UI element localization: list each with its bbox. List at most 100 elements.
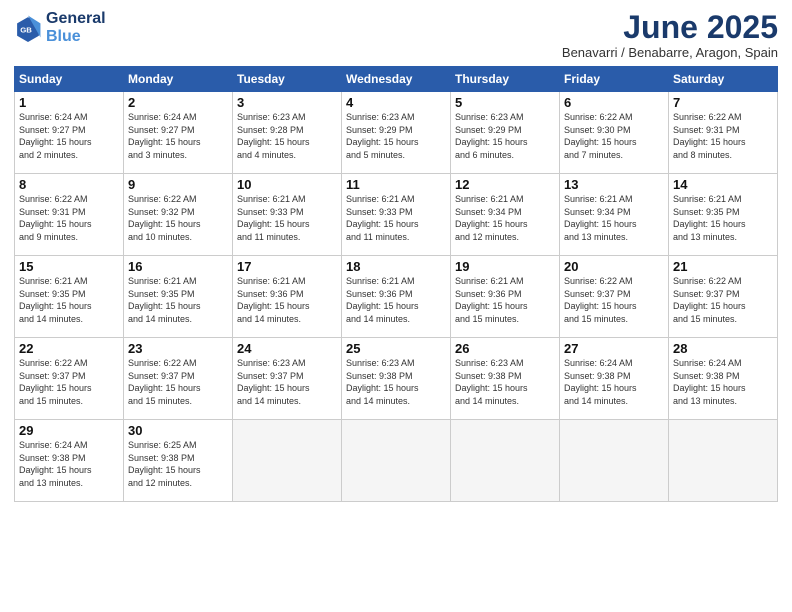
- calendar-cell: 18Sunrise: 6:21 AM Sunset: 9:36 PM Dayli…: [342, 256, 451, 338]
- day-info: Sunrise: 6:23 AM Sunset: 9:38 PM Dayligh…: [346, 357, 446, 407]
- day-number: 11: [346, 177, 446, 192]
- day-info: Sunrise: 6:23 AM Sunset: 9:37 PM Dayligh…: [237, 357, 337, 407]
- day-number: 13: [564, 177, 664, 192]
- day-info: Sunrise: 6:24 AM Sunset: 9:27 PM Dayligh…: [19, 111, 119, 161]
- logo-text: General Blue: [46, 10, 106, 45]
- day-info: Sunrise: 6:21 AM Sunset: 9:36 PM Dayligh…: [237, 275, 337, 325]
- calendar-cell: 15Sunrise: 6:21 AM Sunset: 9:35 PM Dayli…: [15, 256, 124, 338]
- col-friday: Friday: [560, 67, 669, 92]
- week-row-2: 8Sunrise: 6:22 AM Sunset: 9:31 PM Daylig…: [15, 174, 778, 256]
- day-info: Sunrise: 6:23 AM Sunset: 9:38 PM Dayligh…: [455, 357, 555, 407]
- day-info: Sunrise: 6:21 AM Sunset: 9:35 PM Dayligh…: [128, 275, 228, 325]
- day-number: 23: [128, 341, 228, 356]
- day-info: Sunrise: 6:21 AM Sunset: 9:34 PM Dayligh…: [564, 193, 664, 243]
- day-number: 9: [128, 177, 228, 192]
- calendar-cell: 29Sunrise: 6:24 AM Sunset: 9:38 PM Dayli…: [15, 420, 124, 502]
- calendar-cell: 4Sunrise: 6:23 AM Sunset: 9:29 PM Daylig…: [342, 92, 451, 174]
- day-number: 3: [237, 95, 337, 110]
- col-thursday: Thursday: [451, 67, 560, 92]
- logo-icon: GB: [14, 14, 42, 42]
- calendar-cell: 16Sunrise: 6:21 AM Sunset: 9:35 PM Dayli…: [124, 256, 233, 338]
- day-number: 21: [673, 259, 773, 274]
- day-info: Sunrise: 6:22 AM Sunset: 9:37 PM Dayligh…: [673, 275, 773, 325]
- svg-text:GB: GB: [20, 25, 32, 34]
- calendar-cell: 17Sunrise: 6:21 AM Sunset: 9:36 PM Dayli…: [233, 256, 342, 338]
- day-info: Sunrise: 6:21 AM Sunset: 9:35 PM Dayligh…: [673, 193, 773, 243]
- calendar-cell: 28Sunrise: 6:24 AM Sunset: 9:38 PM Dayli…: [669, 338, 778, 420]
- day-info: Sunrise: 6:24 AM Sunset: 9:38 PM Dayligh…: [19, 439, 119, 489]
- calendar-body: 1Sunrise: 6:24 AM Sunset: 9:27 PM Daylig…: [15, 92, 778, 502]
- calendar-cell: [233, 420, 342, 502]
- day-info: Sunrise: 6:23 AM Sunset: 9:28 PM Dayligh…: [237, 111, 337, 161]
- month-title: June 2025: [562, 10, 778, 45]
- calendar-cell: 21Sunrise: 6:22 AM Sunset: 9:37 PM Dayli…: [669, 256, 778, 338]
- calendar-cell: 10Sunrise: 6:21 AM Sunset: 9:33 PM Dayli…: [233, 174, 342, 256]
- day-number: 26: [455, 341, 555, 356]
- calendar-cell: [560, 420, 669, 502]
- week-row-3: 15Sunrise: 6:21 AM Sunset: 9:35 PM Dayli…: [15, 256, 778, 338]
- calendar-table: Sunday Monday Tuesday Wednesday Thursday…: [14, 66, 778, 502]
- calendar-cell: 22Sunrise: 6:22 AM Sunset: 9:37 PM Dayli…: [15, 338, 124, 420]
- calendar-cell: 27Sunrise: 6:24 AM Sunset: 9:38 PM Dayli…: [560, 338, 669, 420]
- day-number: 6: [564, 95, 664, 110]
- calendar-cell: 25Sunrise: 6:23 AM Sunset: 9:38 PM Dayli…: [342, 338, 451, 420]
- calendar-cell: 30Sunrise: 6:25 AM Sunset: 9:38 PM Dayli…: [124, 420, 233, 502]
- calendar-cell: 6Sunrise: 6:22 AM Sunset: 9:30 PM Daylig…: [560, 92, 669, 174]
- calendar-cell: 23Sunrise: 6:22 AM Sunset: 9:37 PM Dayli…: [124, 338, 233, 420]
- week-row-4: 22Sunrise: 6:22 AM Sunset: 9:37 PM Dayli…: [15, 338, 778, 420]
- title-block: June 2025 Benavarri / Benabarre, Aragon,…: [562, 10, 778, 60]
- calendar-cell: 11Sunrise: 6:21 AM Sunset: 9:33 PM Dayli…: [342, 174, 451, 256]
- week-row-1: 1Sunrise: 6:24 AM Sunset: 9:27 PM Daylig…: [15, 92, 778, 174]
- calendar-cell: 5Sunrise: 6:23 AM Sunset: 9:29 PM Daylig…: [451, 92, 560, 174]
- day-info: Sunrise: 6:22 AM Sunset: 9:37 PM Dayligh…: [564, 275, 664, 325]
- day-info: Sunrise: 6:22 AM Sunset: 9:37 PM Dayligh…: [128, 357, 228, 407]
- day-info: Sunrise: 6:24 AM Sunset: 9:27 PM Dayligh…: [128, 111, 228, 161]
- calendar-cell: 20Sunrise: 6:22 AM Sunset: 9:37 PM Dayli…: [560, 256, 669, 338]
- day-number: 2: [128, 95, 228, 110]
- col-monday: Monday: [124, 67, 233, 92]
- day-info: Sunrise: 6:23 AM Sunset: 9:29 PM Dayligh…: [346, 111, 446, 161]
- day-number: 24: [237, 341, 337, 356]
- day-info: Sunrise: 6:22 AM Sunset: 9:37 PM Dayligh…: [19, 357, 119, 407]
- day-number: 29: [19, 423, 119, 438]
- calendar-cell: 1Sunrise: 6:24 AM Sunset: 9:27 PM Daylig…: [15, 92, 124, 174]
- col-saturday: Saturday: [669, 67, 778, 92]
- day-number: 30: [128, 423, 228, 438]
- day-number: 17: [237, 259, 337, 274]
- day-info: Sunrise: 6:21 AM Sunset: 9:35 PM Dayligh…: [19, 275, 119, 325]
- day-number: 4: [346, 95, 446, 110]
- day-number: 8: [19, 177, 119, 192]
- col-sunday: Sunday: [15, 67, 124, 92]
- day-info: Sunrise: 6:21 AM Sunset: 9:36 PM Dayligh…: [455, 275, 555, 325]
- day-number: 25: [346, 341, 446, 356]
- day-info: Sunrise: 6:23 AM Sunset: 9:29 PM Dayligh…: [455, 111, 555, 161]
- day-number: 5: [455, 95, 555, 110]
- day-number: 1: [19, 95, 119, 110]
- col-wednesday: Wednesday: [342, 67, 451, 92]
- day-number: 22: [19, 341, 119, 356]
- calendar-cell: 24Sunrise: 6:23 AM Sunset: 9:37 PM Dayli…: [233, 338, 342, 420]
- day-number: 28: [673, 341, 773, 356]
- calendar-cell: 8Sunrise: 6:22 AM Sunset: 9:31 PM Daylig…: [15, 174, 124, 256]
- day-number: 15: [19, 259, 119, 274]
- calendar-cell: 12Sunrise: 6:21 AM Sunset: 9:34 PM Dayli…: [451, 174, 560, 256]
- day-info: Sunrise: 6:22 AM Sunset: 9:31 PM Dayligh…: [19, 193, 119, 243]
- logo: GB General Blue: [14, 10, 106, 45]
- page: GB General Blue June 2025 Benavarri / Be…: [0, 0, 792, 612]
- day-info: Sunrise: 6:21 AM Sunset: 9:34 PM Dayligh…: [455, 193, 555, 243]
- day-number: 27: [564, 341, 664, 356]
- day-info: Sunrise: 6:22 AM Sunset: 9:31 PM Dayligh…: [673, 111, 773, 161]
- calendar-cell: [451, 420, 560, 502]
- calendar-cell: 9Sunrise: 6:22 AM Sunset: 9:32 PM Daylig…: [124, 174, 233, 256]
- day-info: Sunrise: 6:24 AM Sunset: 9:38 PM Dayligh…: [564, 357, 664, 407]
- day-number: 14: [673, 177, 773, 192]
- day-number: 19: [455, 259, 555, 274]
- header: GB General Blue June 2025 Benavarri / Be…: [14, 10, 778, 60]
- day-info: Sunrise: 6:25 AM Sunset: 9:38 PM Dayligh…: [128, 439, 228, 489]
- day-number: 18: [346, 259, 446, 274]
- calendar-cell: 3Sunrise: 6:23 AM Sunset: 9:28 PM Daylig…: [233, 92, 342, 174]
- week-row-5: 29Sunrise: 6:24 AM Sunset: 9:38 PM Dayli…: [15, 420, 778, 502]
- col-tuesday: Tuesday: [233, 67, 342, 92]
- header-row: Sunday Monday Tuesday Wednesday Thursday…: [15, 67, 778, 92]
- calendar-cell: 26Sunrise: 6:23 AM Sunset: 9:38 PM Dayli…: [451, 338, 560, 420]
